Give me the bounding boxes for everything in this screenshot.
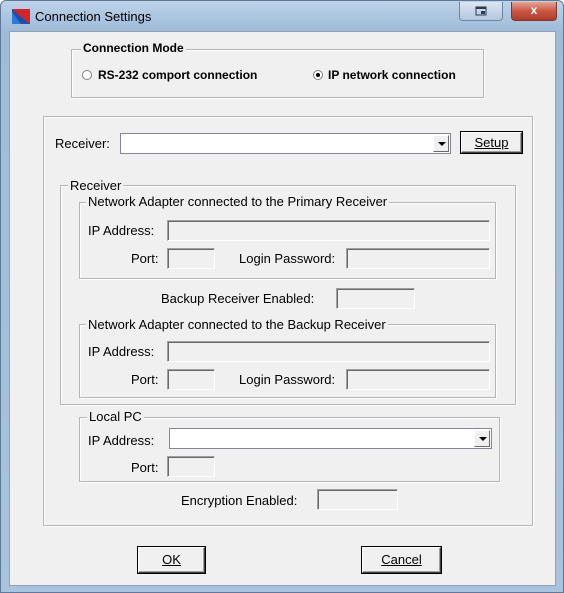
receiver-group-legend: Receiver	[68, 178, 124, 193]
backup-ip-label: IP Address:	[88, 344, 155, 359]
encryption-field[interactable]	[317, 489, 398, 510]
ok-button[interactable]: OK	[138, 547, 205, 573]
radio-rs232[interactable]	[82, 70, 92, 80]
primary-ip-field[interactable]	[167, 220, 490, 241]
local-pc-legend: Local PC	[87, 409, 144, 424]
restore-icon	[475, 6, 487, 16]
cancel-button[interactable]: Cancel	[362, 547, 441, 573]
cancel-button-label: Cancel	[381, 552, 422, 567]
setup-button-label: Setup	[474, 135, 509, 150]
encryption-label: Encryption Enabled:	[181, 493, 298, 508]
local-port-field[interactable]	[167, 456, 215, 477]
radio-ip-network[interactable]	[313, 70, 323, 80]
primary-ip-label: IP Address:	[88, 223, 155, 238]
backup-port-field[interactable]	[167, 369, 215, 390]
primary-port-field[interactable]	[167, 248, 215, 269]
primary-port-label: Port:	[131, 251, 159, 266]
receiver-select-label: Receiver:	[55, 136, 110, 151]
backup-password-field[interactable]	[346, 369, 490, 390]
receiver-select[interactable]	[120, 133, 451, 154]
restore-button[interactable]	[459, 2, 503, 21]
chevron-down-icon[interactable]	[474, 430, 490, 447]
app-icon	[12, 9, 30, 24]
primary-password-label: Login Password:	[239, 251, 336, 266]
backup-password-label: Login Password:	[239, 372, 336, 387]
primary-adapter-legend: Network Adapter connected to the Primary…	[86, 194, 390, 209]
connection-mode-legend: Connection Mode	[81, 41, 186, 55]
close-button[interactable]: x	[511, 2, 557, 21]
setup-button[interactable]: Setup	[461, 132, 522, 153]
radio-ip-network-label[interactable]: IP network connection	[328, 67, 456, 83]
close-icon: x	[530, 3, 538, 17]
title-bar[interactable]: Connection Settings x	[1, 1, 563, 31]
backup-ip-field[interactable]	[167, 341, 490, 362]
local-ip-select[interactable]	[169, 428, 492, 449]
backup-adapter-legend: Network Adapter connected to the Backup …	[86, 317, 388, 332]
local-port-label: Port:	[131, 460, 159, 475]
chevron-down-icon[interactable]	[433, 135, 449, 152]
dialog-window: Connection Settings x Connection Mode RS…	[0, 0, 564, 593]
window-title: Connection Settings	[35, 9, 152, 24]
local-ip-label: IP Address:	[88, 433, 155, 448]
backup-port-label: Port:	[131, 372, 159, 387]
backup-enabled-field[interactable]	[336, 288, 415, 309]
ok-button-label: OK	[162, 552, 181, 567]
radio-rs232-label[interactable]: RS-232 comport connection	[98, 67, 257, 83]
dialog-client: Connection Mode RS-232 comport connectio…	[9, 31, 556, 586]
backup-enabled-label: Backup Receiver Enabled:	[161, 291, 315, 306]
primary-password-field[interactable]	[346, 248, 490, 269]
